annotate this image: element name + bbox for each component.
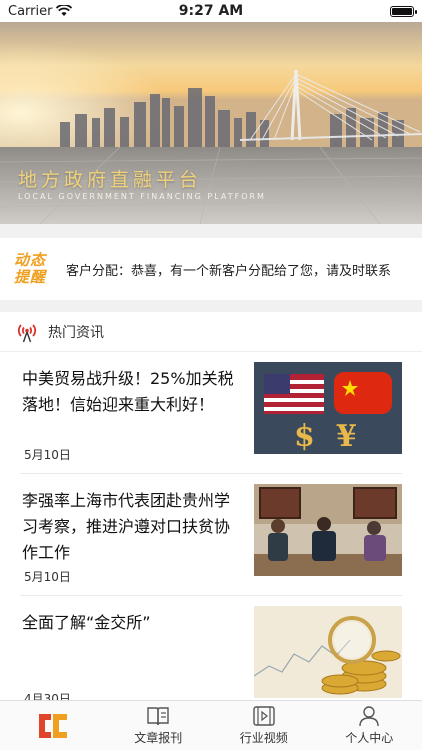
tab-profile-label: 个人中心 — [345, 731, 394, 745]
tab-articles-label: 文章报刊 — [134, 731, 183, 745]
carrier-label: Carrier — [8, 3, 53, 19]
tab-profile[interactable]: 个人中心 — [317, 701, 422, 750]
divider — [0, 224, 422, 238]
notice-badge: 动态 提醒 — [0, 252, 66, 286]
news-thumbnail-trade-war: $ ¥ — [254, 362, 402, 454]
news-title: 李强率上海市代表团赴贵州学习考察，推进沪遵对口扶贫协作工作 — [22, 491, 231, 562]
news-item[interactable]: 李强率上海市代表团赴贵州学习考察，推进沪遵对口扶贫协作工作 5月10日 — [20, 474, 402, 596]
battery-icon — [390, 5, 417, 17]
tab-home[interactable] — [0, 701, 106, 750]
tab-videos-label: 行业视频 — [239, 731, 288, 745]
video-icon — [253, 706, 275, 726]
notice-badge-line2: 提醒 — [14, 268, 47, 286]
news-thumbnail-meeting — [254, 484, 402, 576]
app-logo-icon — [38, 713, 67, 738]
notice-badge-line1: 动态 — [14, 251, 47, 269]
banner-subtitle: LOCAL GOVERNMENT FINANCING PLATFORM — [18, 192, 266, 201]
broadcast-signal-icon — [17, 323, 37, 342]
banner[interactable]: 地方政府直融平台 LOCAL GOVERNMENT FINANCING PLAT… — [0, 22, 422, 224]
news-title: 中美贸易战升级！25%加关税落地！信始迎来重大利好！ — [22, 369, 234, 414]
svg-text:¥: ¥ — [336, 419, 357, 454]
status-bar: Carrier 9:27 AM — [0, 0, 422, 22]
user-icon — [359, 706, 379, 727]
svg-text:$: $ — [294, 419, 315, 454]
news-date: 5月10日 — [24, 570, 71, 584]
tab-videos[interactable]: 行业视频 — [211, 701, 317, 750]
dynamic-notice[interactable]: 动态 提醒 客户分配：恭喜，有一个新客户分配给了您，请及时联系 — [0, 238, 422, 300]
news-item[interactable]: 中美贸易战升级！25%加关税落地！信始迎来重大利好！ 5月10日 $ ¥ — [20, 352, 402, 474]
tab-articles[interactable]: 文章报刊 — [106, 701, 212, 750]
wifi-icon — [56, 5, 73, 16]
divider — [0, 300, 422, 312]
hot-news-header: 热门资讯 — [0, 312, 422, 352]
news-date: 5月10日 — [24, 448, 71, 462]
banner-title: 地方政府直融平台 — [18, 169, 203, 191]
news-thumbnail-gold-coins — [254, 606, 402, 698]
bottom-tab-bar: 文章报刊 行业视频 个人中心 — [0, 700, 422, 750]
status-left: Carrier — [8, 3, 73, 19]
notice-text: 客户分配：恭喜，有一个新客户分配给了您，请及时联系 — [66, 263, 392, 279]
section-title: 热门资讯 — [48, 324, 104, 341]
news-title: 全面了解“金交所” — [22, 613, 151, 632]
book-icon — [147, 707, 169, 726]
news-list: 中美贸易战升级！25%加关税落地！信始迎来重大利好！ 5月10日 $ ¥ 李强率… — [0, 352, 422, 718]
